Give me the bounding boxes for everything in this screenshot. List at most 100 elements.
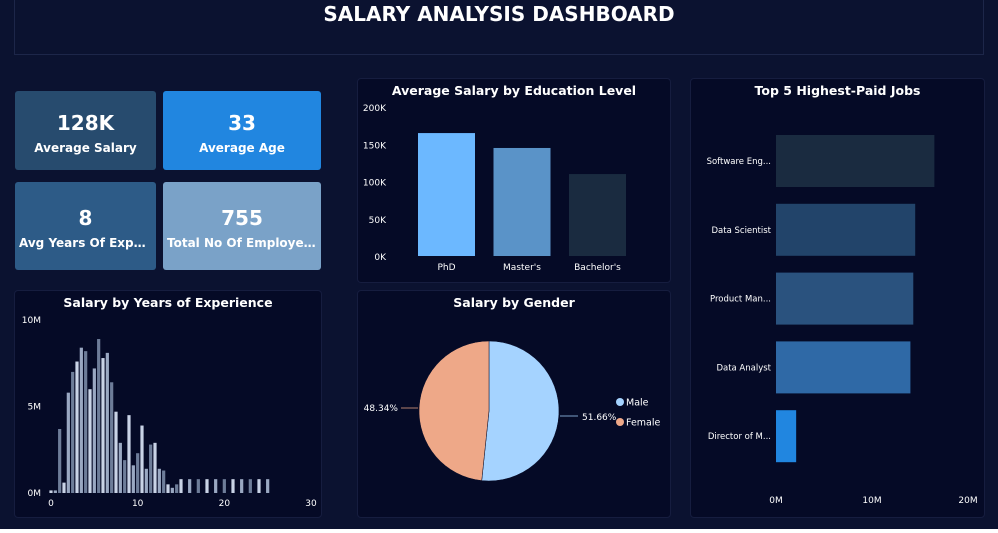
bar-exp xyxy=(114,411,118,493)
bar-exp xyxy=(179,479,183,493)
experience-bar-chart: 0M 5M 10M 0 10 20 30 xyxy=(22,316,317,509)
kpi-label: Average Salary xyxy=(34,141,137,155)
pie-value-label: 51.66% xyxy=(582,413,617,423)
x-tick-label: 0 xyxy=(48,499,54,509)
bar-masters xyxy=(493,147,551,256)
y-tick-label: 150K xyxy=(363,141,387,151)
bar-exp xyxy=(257,479,261,493)
x-tick-label: 20 xyxy=(219,499,231,509)
bar-job-2 xyxy=(776,203,916,256)
kpi-value: 8 xyxy=(78,206,93,230)
bar-exp xyxy=(136,453,140,493)
pie-value-label: 48.34% xyxy=(364,404,399,414)
pie-slice-female xyxy=(418,340,490,481)
legend-label: Male xyxy=(626,398,649,409)
bar-exp xyxy=(88,389,92,493)
bar-exp xyxy=(248,479,252,493)
bar-exp xyxy=(170,487,174,493)
bar-exp xyxy=(105,352,109,493)
education-chart-panel[interactable]: Average Salary by Education Level 0K 50K 1… xyxy=(357,78,671,283)
bar-exp xyxy=(79,347,83,493)
bar-exp xyxy=(58,428,62,493)
bar-exp xyxy=(118,442,122,493)
x-tick-label: 10 xyxy=(132,499,144,509)
kpi-average-salary[interactable]: 128K Average Salary xyxy=(15,91,156,170)
y-tick-label: 0K xyxy=(374,253,387,263)
bar-exp xyxy=(53,490,57,493)
bar-exp xyxy=(162,470,166,493)
bar-exp xyxy=(214,479,218,493)
x-tick-label: Bachelor's xyxy=(574,263,621,273)
bar-exp xyxy=(127,415,131,493)
experience-chart-panel[interactable]: Salary by Years of Experience 0M 5M 10M 0 10… xyxy=(14,290,322,518)
bottom-strip xyxy=(0,529,998,533)
bar-exp xyxy=(97,339,101,493)
pie-slice-male xyxy=(481,340,560,482)
bar-exp xyxy=(266,479,270,493)
x-tick-label: Master's xyxy=(503,263,541,273)
bar-exp xyxy=(175,484,179,493)
y-tick-label: Data Scientist xyxy=(712,226,772,236)
kpi-total-employees[interactable]: 755 Total No Of Employees xyxy=(163,182,321,270)
bar-exp xyxy=(231,479,235,493)
x-tick-label: PhD xyxy=(437,263,455,273)
bar-exp xyxy=(196,479,200,493)
bar-exp xyxy=(92,368,96,493)
y-tick-label: 0M xyxy=(28,489,42,499)
bar-exp xyxy=(84,351,88,493)
y-tick-label: Product Man... xyxy=(710,295,771,305)
top-jobs-chart-panel[interactable]: Top 5 Highest-Paid Jobs Software Eng... D… xyxy=(690,78,985,518)
bar-exp xyxy=(240,479,244,493)
x-tick-label: 10M xyxy=(862,496,881,506)
y-tick-label: 200K xyxy=(363,104,387,114)
bar-exp xyxy=(110,382,114,493)
bar-exp xyxy=(123,460,127,493)
bar-job-4 xyxy=(776,341,911,394)
top-jobs-bar-chart: Software Eng... Data Scientist Product Man… xyxy=(707,135,978,506)
kpi-label: Average Age xyxy=(199,141,285,155)
bar-exp xyxy=(153,442,157,493)
bar-exp xyxy=(222,479,226,493)
kpi-label: Avg Years Of Experie... xyxy=(19,236,156,250)
bar-exp xyxy=(71,371,75,493)
y-tick-label: 5M xyxy=(28,403,42,413)
bar-exp xyxy=(188,479,192,493)
bar-exp xyxy=(62,482,66,493)
bar-exp xyxy=(131,465,135,493)
kpi-value: 33 xyxy=(228,111,256,135)
bar-bachelors xyxy=(569,174,626,256)
page-title: SALARY ANALYSIS DASHBOARD xyxy=(323,2,675,26)
y-tick-label: Software Eng... xyxy=(707,157,771,167)
y-tick-label: 100K xyxy=(363,179,387,189)
gender-pie-chart: 51.66% 48.34% Male Female xyxy=(364,340,661,482)
bar-exp xyxy=(101,358,105,493)
bar-job-3 xyxy=(776,272,914,325)
y-tick-label: 50K xyxy=(369,216,387,226)
kpi-avg-years-experience[interactable]: 8 Avg Years Of Experie... xyxy=(15,182,156,270)
legend-label: Female xyxy=(626,418,661,429)
bar-exp xyxy=(144,468,148,493)
bar-exp xyxy=(157,468,161,493)
y-tick-label: Data Analyst xyxy=(716,363,771,373)
bar-exp xyxy=(149,444,153,493)
x-tick-label: 30 xyxy=(305,499,317,509)
kpi-label: Total No Of Employees xyxy=(167,236,319,250)
x-tick-label: 0M xyxy=(769,496,783,506)
x-tick-label: 20M xyxy=(958,496,977,506)
bar-phd xyxy=(418,133,475,256)
bar-exp xyxy=(205,479,209,493)
bar-job-5 xyxy=(776,410,797,463)
y-tick-label: 10M xyxy=(22,316,41,326)
y-tick-label: Director of M... xyxy=(708,432,771,442)
legend-marker-female xyxy=(616,418,624,426)
bar-exp xyxy=(75,361,79,493)
gender-chart-panel[interactable]: Salary by Gender 51.66% 48.34% Male Female xyxy=(357,290,671,518)
kpi-value: 128K xyxy=(56,111,115,135)
bar-exp xyxy=(66,392,70,493)
bar-job-1 xyxy=(776,135,935,187)
bar-exp xyxy=(140,425,144,493)
kpi-value: 755 xyxy=(221,206,263,230)
bar-exp xyxy=(49,490,53,493)
kpi-average-age[interactable]: 33 Average Age xyxy=(163,91,321,170)
bar-exp xyxy=(166,484,170,493)
